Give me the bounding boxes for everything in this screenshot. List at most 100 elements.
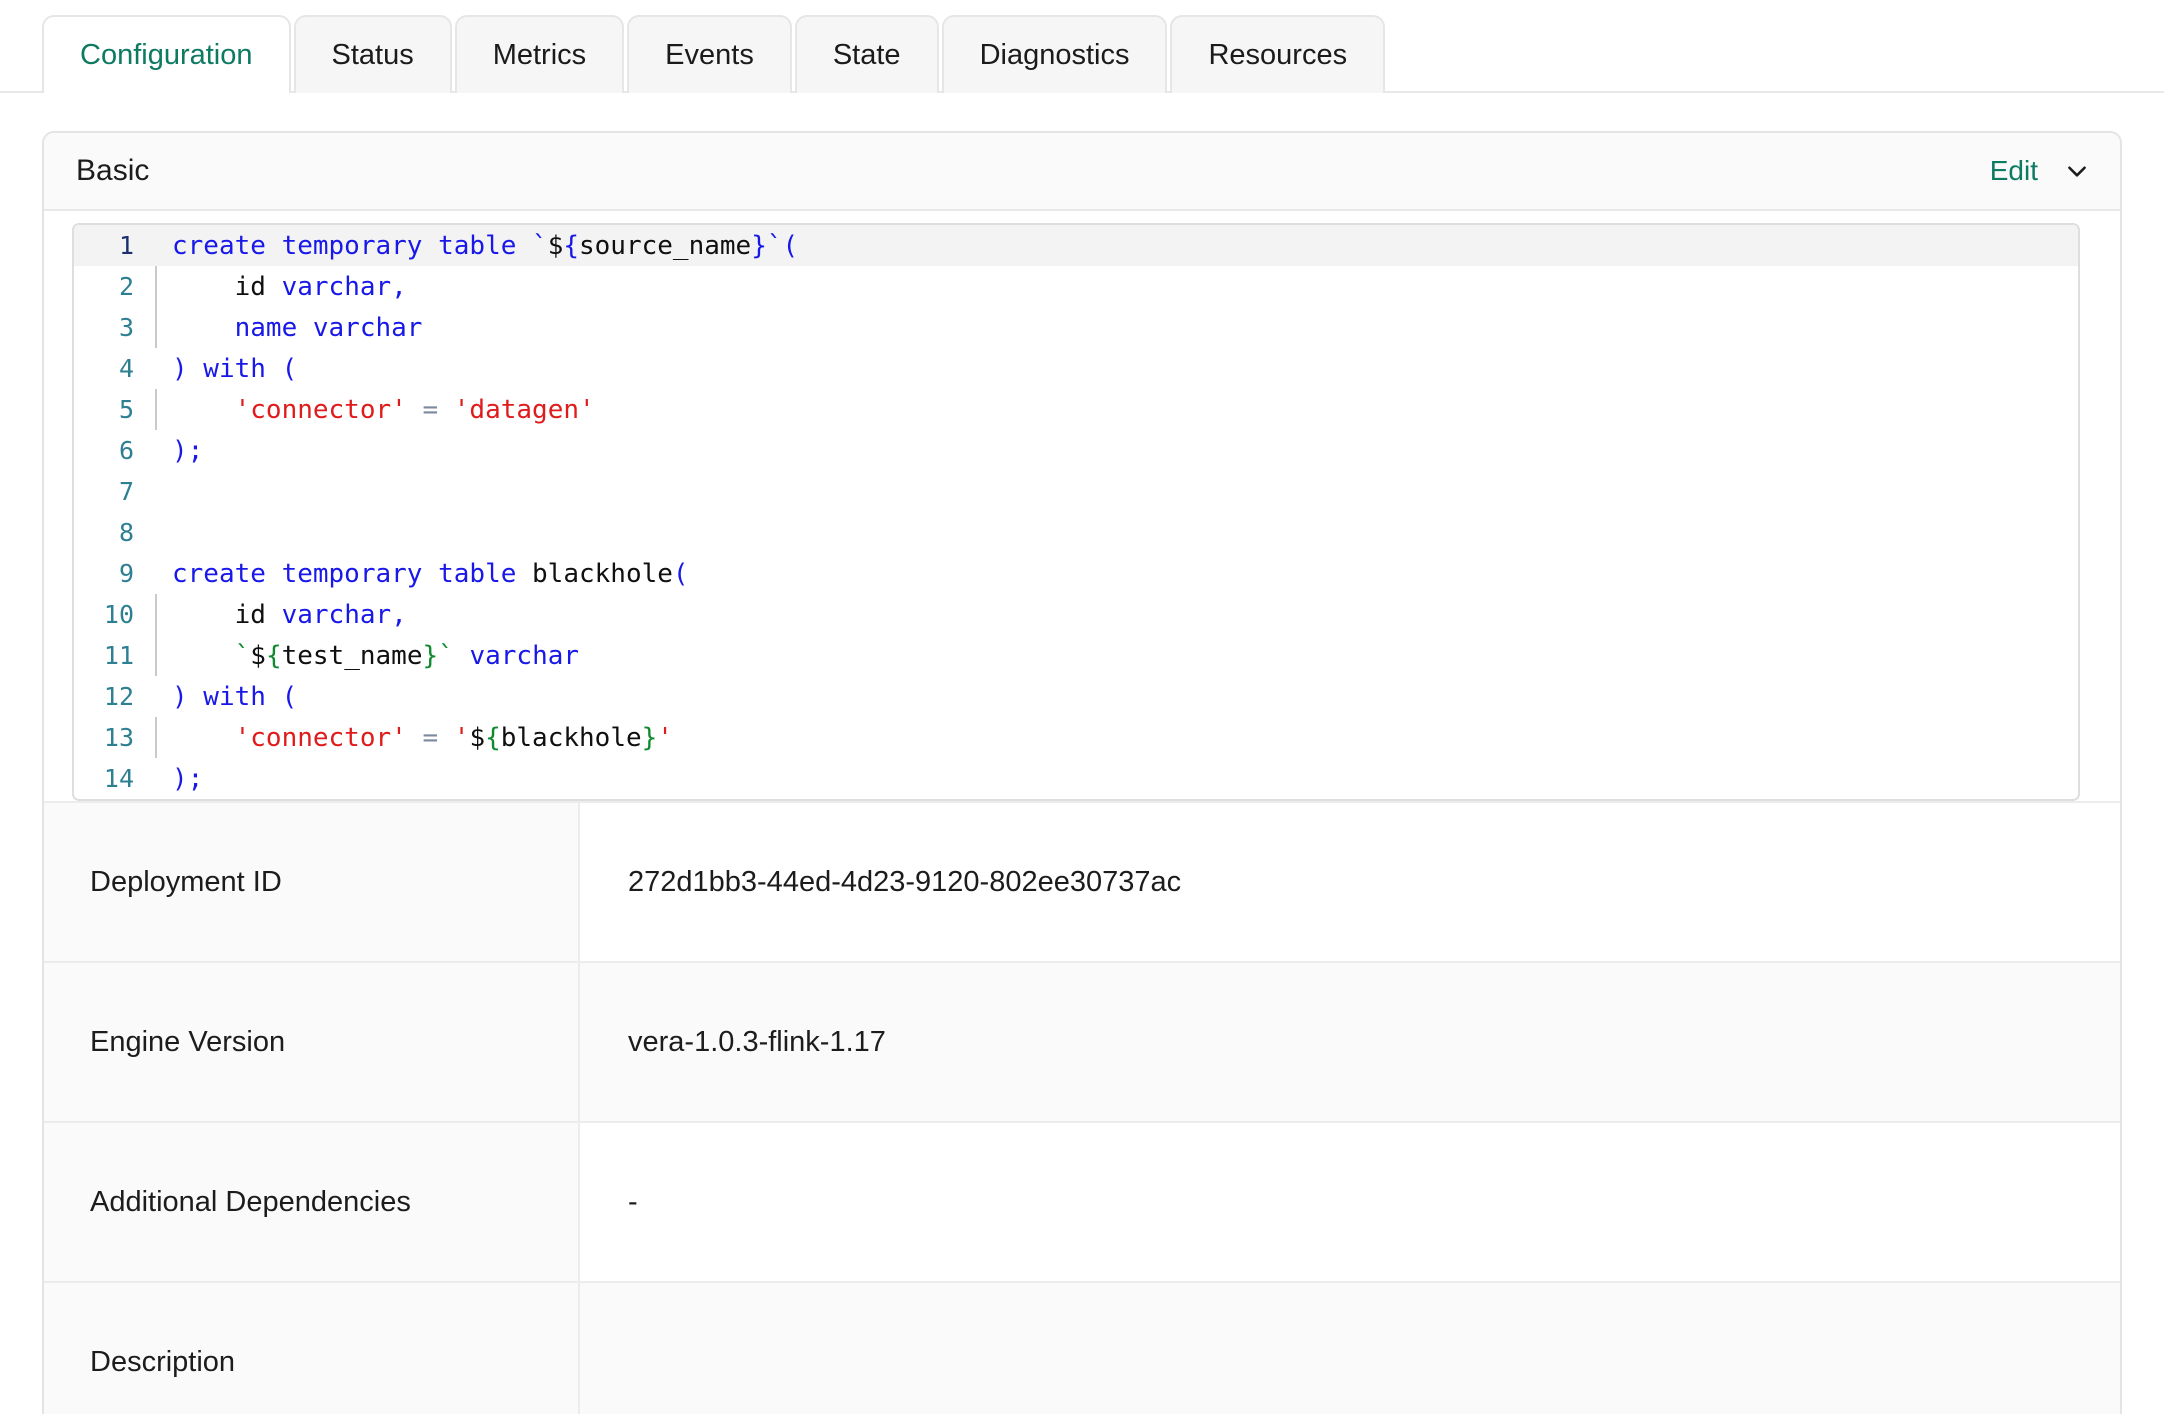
code-line[interactable]: 8: [74, 512, 2078, 553]
code-token: source_name: [579, 230, 752, 261]
detail-label: Additional Dependencies: [44, 1123, 580, 1281]
code-token: id: [172, 599, 282, 630]
indent-guide: [152, 717, 166, 758]
line-number: 5: [118, 395, 134, 424]
code-text: 'connector' = '${blackhole}': [166, 723, 673, 753]
line-number: 2: [118, 272, 134, 301]
code-line[interactable]: 13 'connector' = '${blackhole}': [74, 717, 2078, 758]
edit-button[interactable]: Edit: [1990, 155, 2038, 187]
code-token: create temporary table: [172, 230, 533, 261]
detail-label: Engine Version: [44, 963, 580, 1121]
code-token: `: [532, 230, 548, 261]
basic-config-card: Basic Edit 1 create temporary table `${so…: [42, 131, 2122, 1414]
code-line[interactable]: 6);: [74, 430, 2078, 471]
table-row: Deployment ID 272d1bb3-44ed-4d23-9120-802…: [44, 803, 2120, 963]
code-token: varchar: [281, 599, 392, 630]
tab-bar: Configuration Status Metrics Events State Dia…: [0, 0, 2164, 93]
code-line[interactable]: 11 `${test_name}` varchar: [74, 635, 2078, 676]
tab-events[interactable]: Events: [627, 15, 792, 93]
tab-resources[interactable]: Resources: [1170, 15, 1386, 93]
code-token: );: [172, 435, 204, 466]
code-line[interactable]: 14);: [74, 758, 2078, 799]
code-text: id varchar,: [166, 600, 407, 630]
code-text: );: [166, 436, 203, 466]
code-token: blackhole: [500, 722, 642, 753]
tab-state[interactable]: State: [794, 15, 939, 93]
line-number: 3: [118, 313, 134, 342]
indent-guide: [152, 553, 166, 594]
code-token: name varchar: [172, 312, 423, 343]
code-token: blackhole: [532, 558, 673, 589]
code-token: }: [641, 722, 658, 753]
code-line[interactable]: 3 name varchar: [74, 307, 2078, 348]
detail-label: Deployment ID: [44, 803, 580, 961]
tab-metrics[interactable]: Metrics: [454, 15, 625, 93]
indent-guide: [152, 307, 166, 348]
card-header: Basic Edit: [44, 133, 2120, 211]
code-token: ,: [391, 271, 407, 302]
code-token: ': [453, 722, 470, 753]
code-token: create temporary table: [172, 558, 533, 589]
code-token: test_name: [281, 640, 423, 671]
code-token: =: [406, 394, 454, 425]
sql-code-editor[interactable]: 1 create temporary table `${source_name}`…: [72, 223, 2080, 801]
table-row: Description: [44, 1283, 2120, 1414]
code-line[interactable]: 12 ) with (: [74, 676, 2078, 717]
code-text: `${test_name}` varchar: [166, 641, 579, 671]
code-token: ': [657, 722, 673, 753]
code-token: varchar: [469, 640, 580, 671]
code-line[interactable]: 7: [74, 471, 2078, 512]
code-token: ) with (: [172, 681, 298, 712]
code-token: varchar: [281, 271, 392, 302]
line-number: 12: [103, 682, 134, 711]
code-text: 'connector' = 'datagen': [166, 395, 595, 425]
code-text: name varchar: [166, 312, 423, 343]
line-number: 11: [103, 641, 134, 670]
detail-value: -: [580, 1123, 2120, 1281]
code-line[interactable]: 5 'connector' = 'datagen': [74, 389, 2078, 430]
code-token: id: [172, 271, 282, 302]
chevron-down-icon[interactable]: [2064, 158, 2090, 184]
code-token: (: [782, 230, 799, 261]
code-text: ) with (: [166, 682, 297, 712]
code-token: $: [469, 722, 486, 753]
code-token: 'datagen': [453, 394, 595, 425]
indent-guide: [152, 266, 166, 307]
code-text: create temporary table blackhole(: [166, 559, 689, 589]
table-row: Engine Version vera-1.0.3-flink-1.17: [44, 963, 2120, 1123]
code-token: {: [563, 230, 579, 261]
code-token: ,: [391, 599, 407, 630]
code-text: id varchar,: [166, 272, 407, 302]
code-token: `: [234, 640, 251, 671]
indent-guide: [152, 389, 166, 430]
code-line[interactable]: 1 create temporary table `${source_name}`…: [74, 225, 2078, 266]
tab-status[interactable]: Status: [293, 15, 452, 93]
code-line[interactable]: 4 ) with (: [74, 348, 2078, 389]
code-line[interactable]: 9 create temporary table blackhole(: [74, 553, 2078, 594]
code-line[interactable]: 2 id varchar,: [74, 266, 2078, 307]
code-token: $: [250, 640, 266, 671]
page-title: Basic: [76, 154, 150, 187]
code-token: `: [438, 640, 454, 671]
indent-guide: [152, 348, 166, 389]
line-number: 4: [118, 354, 134, 383]
code-token: `: [766, 230, 783, 261]
line-number: 14: [103, 764, 134, 793]
indent-guide: [152, 225, 166, 266]
code-token: ) with (: [172, 353, 298, 384]
deployment-detail-table: Deployment ID 272d1bb3-44ed-4d23-9120-802…: [44, 801, 2120, 1414]
tab-diagnostics[interactable]: Diagnostics: [941, 15, 1168, 93]
code-line[interactable]: 10 id varchar,: [74, 594, 2078, 635]
indent-guide: [152, 676, 166, 717]
indent-guide: [152, 471, 166, 512]
code-token: 'connector': [172, 722, 407, 753]
code-token: =: [406, 722, 454, 753]
line-number: 8: [118, 518, 134, 547]
code-token: 'connector': [172, 394, 407, 425]
tab-configuration[interactable]: Configuration: [42, 15, 291, 93]
detail-label: Description: [44, 1283, 580, 1414]
line-number: 13: [103, 723, 134, 752]
line-number: 1: [118, 231, 134, 260]
